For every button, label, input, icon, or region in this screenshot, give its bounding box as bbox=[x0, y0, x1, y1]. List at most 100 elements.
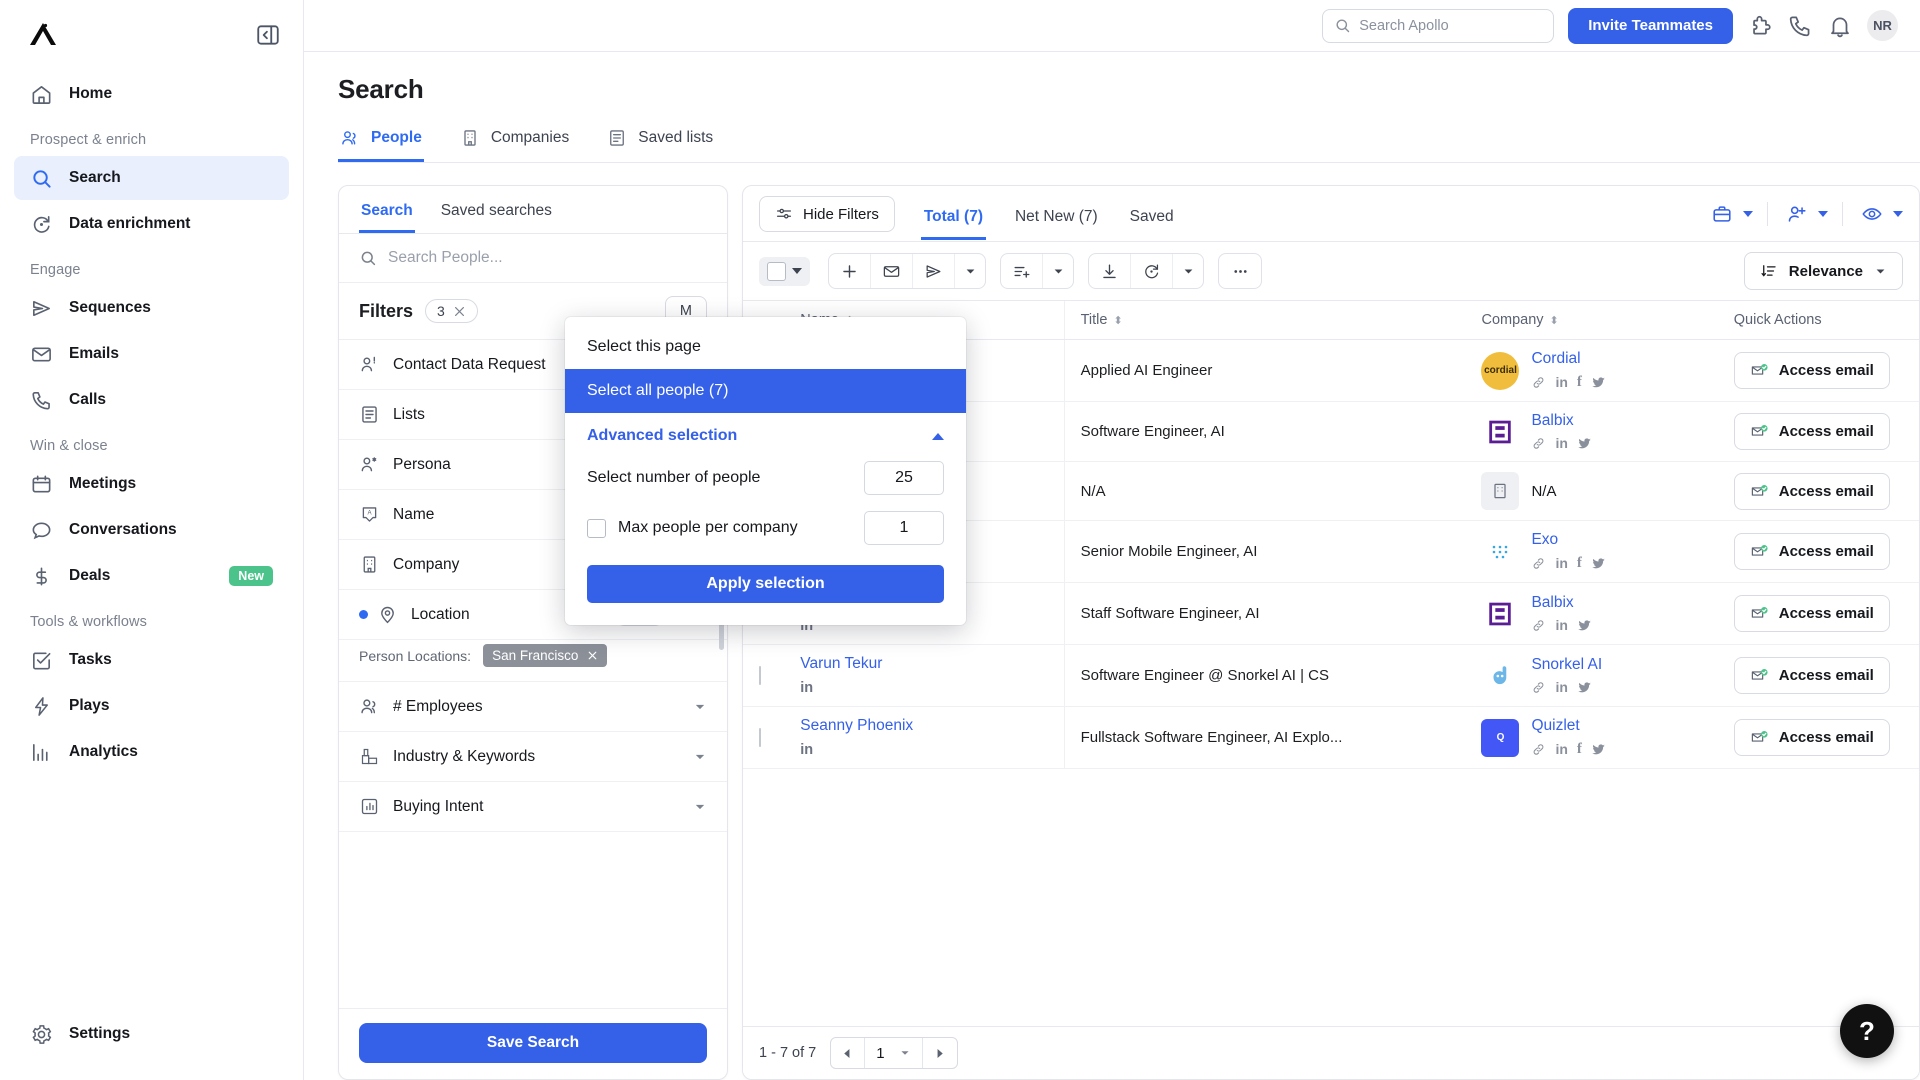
mail-icon[interactable] bbox=[871, 254, 913, 288]
more-icon[interactable] bbox=[1219, 254, 1261, 288]
sidebar-item-emails[interactable]: Emails bbox=[14, 332, 289, 376]
chevron-down-icon[interactable] bbox=[1743, 211, 1753, 217]
search-input[interactable] bbox=[1359, 17, 1543, 34]
select-all-dropdown[interactable] bbox=[759, 256, 810, 286]
twitter-icon[interactable] bbox=[1577, 436, 1592, 451]
global-search[interactable] bbox=[1322, 8, 1555, 43]
fp-tab-search[interactable]: Search bbox=[359, 186, 415, 233]
invite-teammates-button[interactable]: Invite Teammates bbox=[1568, 7, 1733, 44]
website-link-icon[interactable] bbox=[1531, 375, 1546, 390]
sidebar-item-conversations[interactable]: Conversations bbox=[14, 508, 289, 552]
page-select[interactable]: 1 bbox=[865, 1038, 923, 1068]
sidebar-item-meetings[interactable]: Meetings bbox=[14, 462, 289, 506]
send-icon[interactable] bbox=[913, 254, 955, 288]
refresh-icon[interactable] bbox=[1131, 254, 1173, 288]
access-email-button[interactable]: Access email bbox=[1733, 533, 1890, 570]
sidebar-item-data-enrichment[interactable]: Data enrichment bbox=[14, 202, 289, 246]
linkedin-icon[interactable]: in bbox=[800, 680, 813, 696]
select-this-page-option[interactable]: Select this page bbox=[565, 325, 966, 369]
download-icon[interactable] bbox=[1089, 254, 1131, 288]
results-tab-total[interactable]: Total (7) bbox=[921, 198, 986, 240]
facebook-icon[interactable]: f bbox=[1577, 373, 1582, 391]
company-name[interactable]: Balbix bbox=[1531, 594, 1573, 611]
search-people-input[interactable] bbox=[388, 249, 707, 267]
sidebar-item-home[interactable]: Home bbox=[14, 72, 289, 116]
filter-row-buying-intent[interactable]: Buying Intent bbox=[339, 782, 727, 832]
linkedin-icon[interactable]: in bbox=[1555, 555, 1567, 571]
location-chip[interactable]: San Francisco bbox=[483, 644, 608, 667]
close-icon[interactable] bbox=[453, 305, 466, 318]
filters-count-pill[interactable]: 3 bbox=[425, 299, 478, 323]
tab-people[interactable]: People bbox=[338, 119, 424, 162]
apply-selection-button[interactable]: Apply selection bbox=[587, 565, 944, 603]
sidebar-item-settings[interactable]: Settings bbox=[14, 1012, 289, 1056]
chevron-down-icon[interactable] bbox=[693, 750, 707, 764]
access-email-button[interactable]: Access email bbox=[1733, 595, 1890, 632]
twitter-icon[interactable] bbox=[1591, 375, 1606, 390]
table-row[interactable]: Seanny Phoenix in Fullstack Software Eng… bbox=[743, 706, 1919, 769]
results-tab-net-new[interactable]: Net New (7) bbox=[1012, 198, 1101, 240]
chevron-down-icon[interactable] bbox=[1893, 211, 1903, 217]
linkedin-icon[interactable]: in bbox=[1555, 435, 1567, 451]
chevron-down-icon[interactable] bbox=[1043, 254, 1073, 288]
company-name[interactable]: Quizlet bbox=[1531, 717, 1579, 734]
website-link-icon[interactable] bbox=[1531, 680, 1546, 695]
access-email-button[interactable]: Access email bbox=[1733, 413, 1890, 450]
eye-icon[interactable] bbox=[1857, 199, 1887, 229]
apollo-logo[interactable] bbox=[26, 18, 60, 52]
bell-icon[interactable] bbox=[1827, 13, 1853, 39]
filters-search[interactable] bbox=[339, 234, 727, 283]
sidebar-item-calls[interactable]: Calls bbox=[14, 378, 289, 422]
person-name-link[interactable]: Varun Tekur bbox=[800, 655, 1047, 673]
linkedin-icon[interactable]: in bbox=[1555, 617, 1567, 633]
filter-row-employees[interactable]: # Employees bbox=[339, 682, 727, 732]
sidebar-item-deals[interactable]: Deals New bbox=[14, 554, 289, 598]
sidebar-item-sequences[interactable]: Sequences bbox=[14, 286, 289, 330]
website-link-icon[interactable] bbox=[1531, 742, 1546, 757]
row-checkbox[interactable] bbox=[759, 728, 761, 747]
add-person-icon[interactable] bbox=[1782, 199, 1812, 229]
company-name[interactable]: Cordial bbox=[1531, 350, 1580, 367]
select-number-input[interactable] bbox=[864, 461, 944, 495]
access-email-button[interactable]: Access email bbox=[1733, 719, 1890, 756]
sidebar-item-plays[interactable]: Plays bbox=[14, 684, 289, 728]
twitter-icon[interactable] bbox=[1591, 742, 1606, 757]
briefcase-icon[interactable] bbox=[1707, 199, 1737, 229]
website-link-icon[interactable] bbox=[1531, 556, 1546, 571]
linkedin-icon[interactable]: in bbox=[1555, 679, 1567, 695]
access-email-button[interactable]: Access email bbox=[1733, 472, 1890, 510]
hide-filters-button[interactable]: Hide Filters bbox=[759, 196, 895, 232]
chevron-down-icon[interactable] bbox=[792, 268, 802, 274]
close-icon[interactable] bbox=[587, 650, 598, 661]
th-title[interactable]: Title ⬍ bbox=[1064, 301, 1466, 340]
company-name[interactable]: Exo bbox=[1531, 531, 1558, 548]
filter-row-industry-keywords[interactable]: Industry & Keywords bbox=[339, 732, 727, 782]
linkedin-icon[interactable]: in bbox=[1555, 374, 1567, 390]
linkedin-icon[interactable]: in bbox=[800, 742, 813, 758]
fp-tab-saved-searches[interactable]: Saved searches bbox=[439, 186, 554, 233]
chevron-down-icon[interactable] bbox=[1818, 211, 1828, 217]
save-search-button[interactable]: Save Search bbox=[359, 1023, 707, 1063]
access-email-button[interactable]: Access email bbox=[1733, 352, 1890, 389]
linkedin-icon[interactable]: in bbox=[1555, 741, 1567, 757]
website-link-icon[interactable] bbox=[1531, 618, 1546, 633]
website-link-icon[interactable] bbox=[1531, 436, 1546, 451]
list-add-icon[interactable] bbox=[1001, 254, 1043, 288]
twitter-icon[interactable] bbox=[1591, 556, 1606, 571]
results-tab-saved[interactable]: Saved bbox=[1127, 198, 1177, 240]
sort-button[interactable]: Relevance bbox=[1743, 252, 1903, 290]
tab-companies[interactable]: Companies bbox=[458, 119, 571, 162]
plus-icon[interactable] bbox=[829, 254, 871, 288]
person-name-link[interactable]: Seanny Phoenix bbox=[800, 717, 1047, 735]
chevron-down-icon[interactable] bbox=[693, 800, 707, 814]
twitter-icon[interactable] bbox=[1577, 618, 1592, 633]
th-company[interactable]: Company ⬍ bbox=[1465, 301, 1718, 340]
next-page-button[interactable] bbox=[923, 1038, 957, 1068]
sidebar-item-analytics[interactable]: Analytics bbox=[14, 730, 289, 774]
twitter-icon[interactable] bbox=[1577, 680, 1592, 695]
phone-icon[interactable] bbox=[1787, 13, 1813, 39]
puzzle-icon[interactable] bbox=[1747, 13, 1773, 39]
advanced-selection-toggle[interactable]: Advanced selection bbox=[565, 413, 966, 453]
max-per-company-input[interactable] bbox=[864, 511, 944, 545]
company-name[interactable]: Balbix bbox=[1531, 412, 1573, 429]
